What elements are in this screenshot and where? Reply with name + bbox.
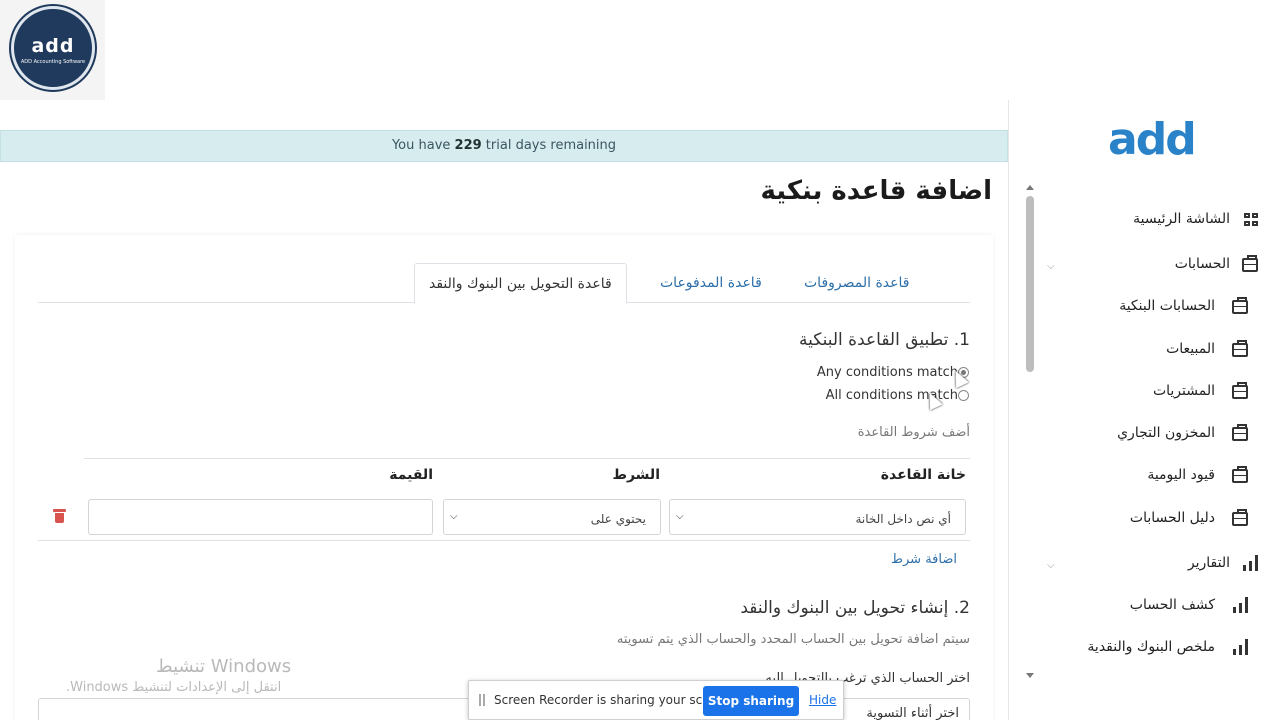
sidebar-item-label: الحسابات البنكية <box>1119 298 1215 314</box>
windows-activate-watermark: تنشيط Windows <box>156 656 292 677</box>
sidebar-item-journal-entries[interactable]: قيود اليومية <box>1090 465 1260 489</box>
sidebar-item-dashboard[interactable]: الشاشة الرئيسية <box>1058 209 1258 233</box>
tab-payments-rule[interactable]: قاعدة المدفوعات <box>646 263 776 303</box>
section1-title: 1. تطبيق القاعدة البنكية <box>798 330 970 350</box>
sidebar <box>1008 100 1280 720</box>
briefcase-icon <box>1232 466 1248 483</box>
page-title: اضافة قاعدة بنكية <box>760 176 993 206</box>
briefcase-icon <box>1232 340 1248 357</box>
add-conditions-label: أضف شروط القاعدة <box>857 425 970 440</box>
scroll-down-arrow-icon[interactable] <box>1026 673 1034 678</box>
drag-handle-icon[interactable] <box>479 694 485 706</box>
sidebar-scrollbar[interactable] <box>1026 196 1034 372</box>
sidebar-item-label: كشف الحساب <box>1129 597 1215 613</box>
add-condition-link[interactable]: اضافة شرط <box>891 552 957 567</box>
sidebar-item-label: المبيعات <box>1166 341 1215 357</box>
partial-label: اختر أثناء التسوية <box>866 706 959 720</box>
tab-transfer-rule[interactable]: قاعدة التحويل بين البنوك والنقد <box>414 263 627 304</box>
section2-title: 2. إنشاء تحويل بين البنوك والنقد <box>740 598 970 618</box>
sidebar-item-label: دليل الحسابات <box>1129 510 1215 526</box>
windows-activate-hint: انتقل إلى الإعدادات لتنشيط Windows. <box>66 680 282 695</box>
scroll-up-arrow-icon[interactable] <box>1026 185 1034 190</box>
trial-prefix: You have <box>391 138 455 153</box>
header-condition: الشرط <box>612 467 660 483</box>
share-message: Screen Recorder is sharing your screen. <box>494 693 734 707</box>
bar-chart-icon <box>1232 597 1248 613</box>
chevron-down-icon[interactable]: ⌵ <box>1047 261 1055 272</box>
tab-expenses-rule[interactable]: قاعدة المصروفات <box>790 263 923 303</box>
sidebar-item-inventory[interactable]: المخزون التجاري <box>1090 423 1260 447</box>
sidebar-item-label: المخزون التجاري <box>1117 425 1215 441</box>
rule-tabs: قاعدة المصروفات قاعدة المدفوعات قاعدة ال… <box>38 263 970 304</box>
briefcase-icon <box>1232 509 1248 526</box>
condition-value: يحتوي على <box>590 512 646 526</box>
hide-share-bar-link[interactable]: Hide <box>809 693 836 707</box>
stop-sharing-button[interactable]: Stop sharing <box>703 686 799 716</box>
screen-share-bar: Screen Recorder is sharing your screen. … <box>468 680 844 720</box>
condition-select[interactable]: يحتوي على ⌵ <box>443 499 661 535</box>
sidebar-item-label: التقارير <box>1187 555 1230 571</box>
bar-chart-icon <box>1242 555 1258 571</box>
delete-condition-icon[interactable] <box>53 509 66 523</box>
chevron-down-icon: ⌵ <box>676 511 684 522</box>
bank-rule-card <box>15 235 993 720</box>
add-logo-badge: add ADD Accounting Software <box>11 6 95 90</box>
header-value: القيمة <box>389 467 433 483</box>
table-header-divider <box>84 458 970 459</box>
logo-text: add <box>31 35 75 57</box>
sidebar-item-label: الحسابات <box>1174 256 1230 272</box>
option-all-radio[interactable] <box>958 390 969 401</box>
bar-chart-icon <box>1232 639 1248 655</box>
chevron-down-icon[interactable]: ⌵ <box>1047 560 1055 571</box>
option-any-label: Any conditions match <box>816 365 958 380</box>
sidebar-item-label: قيود اليومية <box>1147 467 1215 483</box>
table-row-divider <box>38 540 970 541</box>
trial-banner: You have 229 trial days remaining <box>0 130 1008 162</box>
trial-days: 229 <box>454 138 482 153</box>
trial-suffix: trial days remaining <box>481 138 617 153</box>
sidebar-item-accounts[interactable]: الحسابات <box>1058 254 1258 278</box>
briefcase-icon <box>1242 255 1258 272</box>
section2-description: سيتم اضافة تحويل بين الحساب المحدد والحس… <box>616 632 970 647</box>
rule-field-value: أي نص داخل الخانة <box>855 512 951 526</box>
sidebar-item-label: الشاشة الرئيسية <box>1133 211 1230 227</box>
chevron-down-icon: ⌵ <box>450 511 458 522</box>
sidebar-logo: add <box>1108 114 1197 165</box>
logo-subtitle: ADD Accounting Software <box>20 59 86 65</box>
header-rule-field: خانة القاعدة <box>880 467 966 483</box>
sidebar-item-bank-accounts[interactable]: الحسابات البنكية <box>1090 296 1260 320</box>
sidebar-item-chart-of-accounts[interactable]: دليل الحسابات <box>1090 508 1260 532</box>
sidebar-item-sales[interactable]: المبيعات <box>1090 339 1260 363</box>
value-input[interactable] <box>88 499 433 535</box>
sidebar-logo-text: add <box>1108 114 1197 165</box>
sidebar-item-account-statement[interactable]: كشف الحساب <box>1060 595 1260 619</box>
sidebar-item-bank-cash-summary[interactable]: ملخص البنوك والنقدية <box>1060 637 1260 661</box>
app-logo-area: add ADD Accounting Software <box>0 0 105 100</box>
briefcase-icon <box>1232 382 1248 399</box>
rule-field-select[interactable]: أي نص داخل الخانة ⌵ <box>669 499 966 535</box>
briefcase-icon <box>1232 424 1248 441</box>
briefcase-icon <box>1232 297 1248 314</box>
sidebar-item-label: ملخص البنوك والنقدية <box>1087 639 1215 655</box>
sidebar-item-label: المشتريات <box>1152 383 1215 399</box>
sidebar-item-reports[interactable]: التقارير <box>1058 553 1258 577</box>
dashboard-grid-icon <box>1242 213 1258 227</box>
sidebar-item-purchases[interactable]: المشتريات <box>1090 381 1260 405</box>
